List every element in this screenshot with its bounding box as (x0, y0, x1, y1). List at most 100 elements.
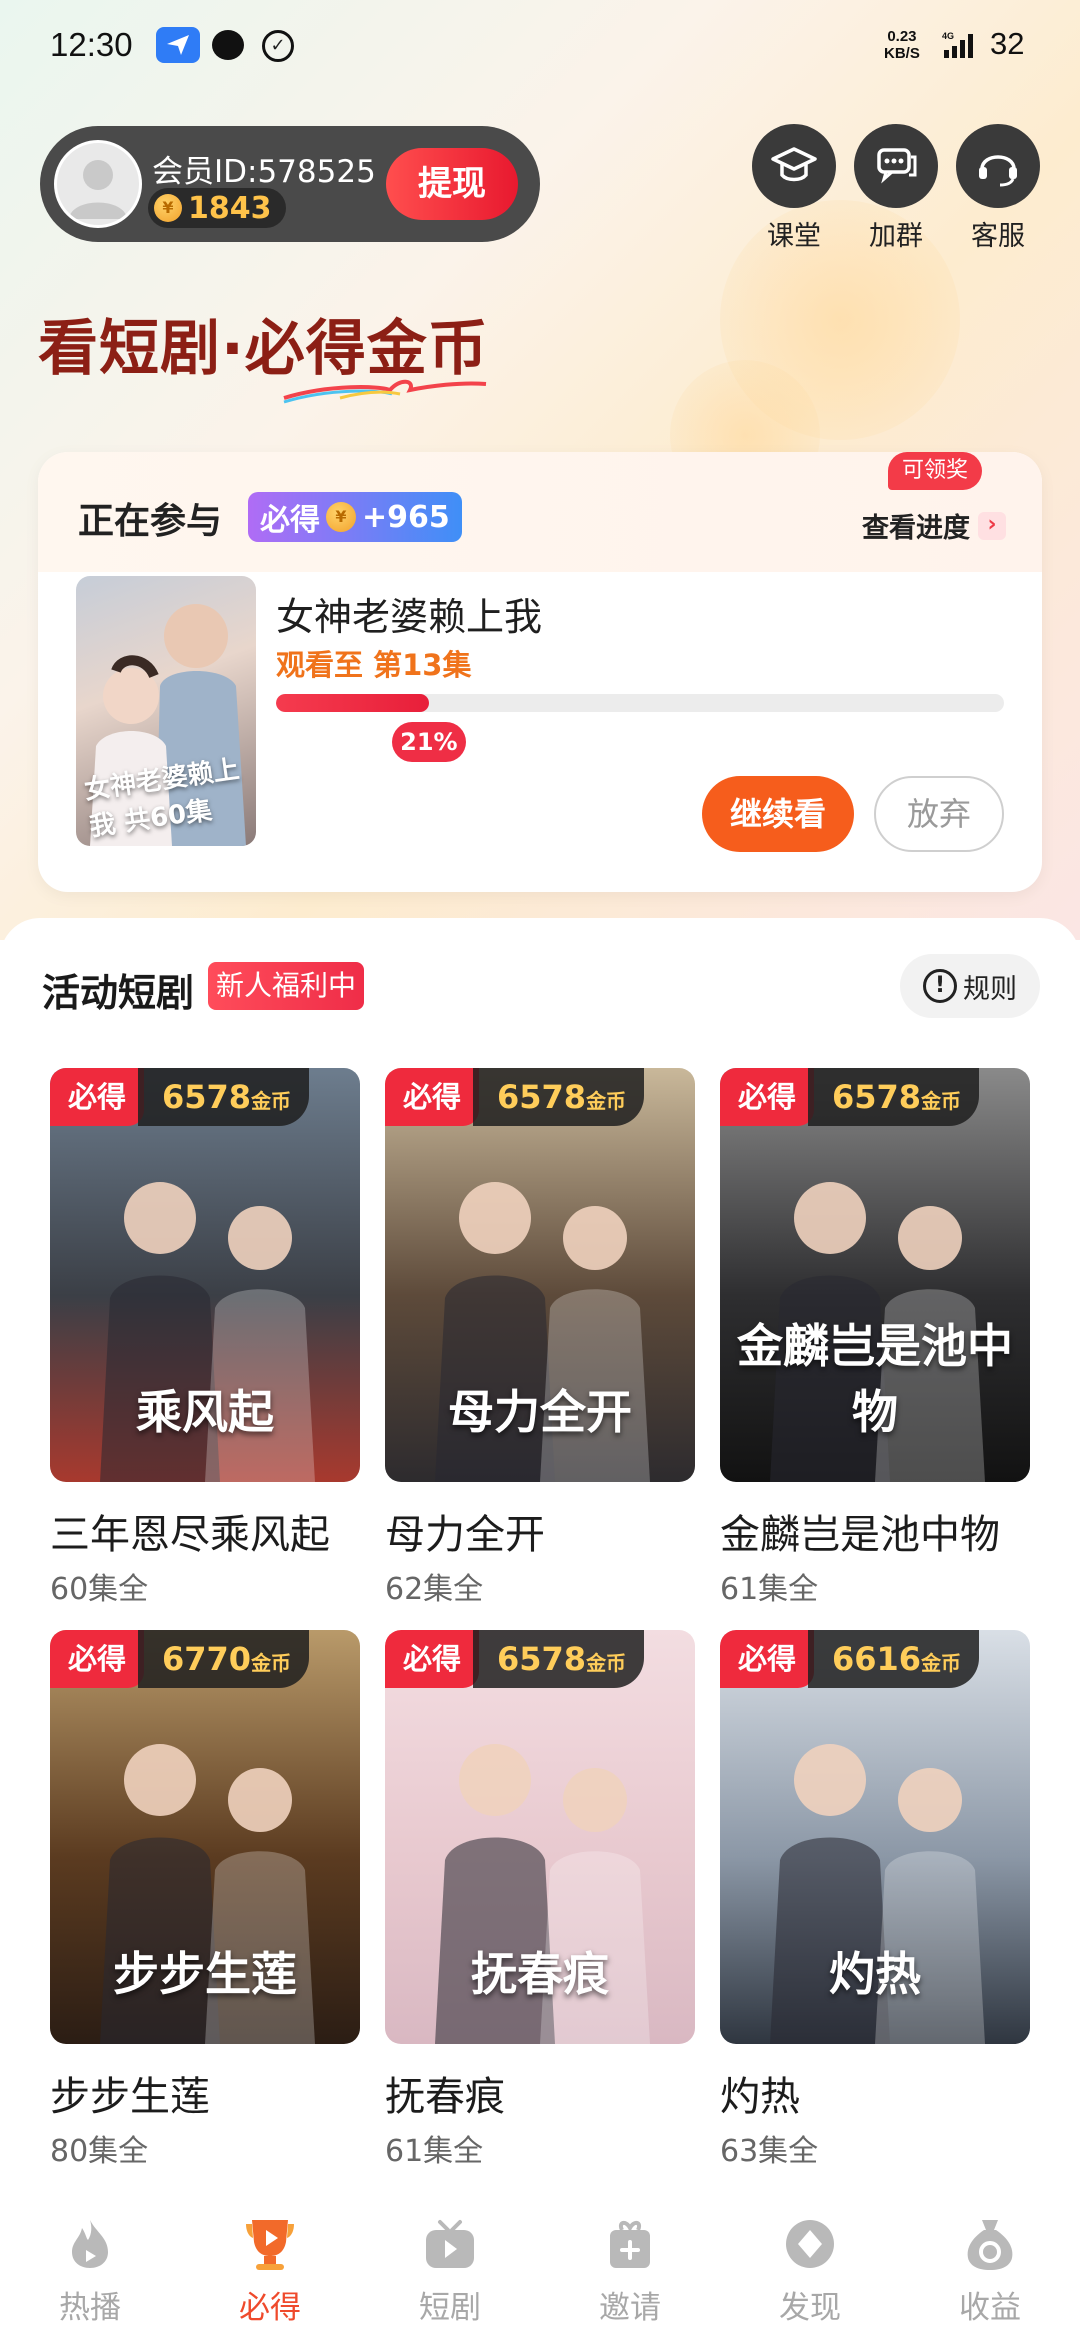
drama-poster[interactable]: 女神老婆赖上我 共60集 (76, 576, 256, 846)
reward-coins-unit: 金币 (921, 1651, 962, 1675)
drama-card-poster-title: 灼热 (829, 1947, 921, 2001)
continue-watching-button[interactable]: 继续看 (702, 776, 854, 852)
drama-card[interactable]: 抚春痕 必得 6578金币 抚春痕 61集全 (385, 1630, 695, 2170)
bottom-navigation: 热播 必得 短剧 邀请 发现 收益 (0, 2188, 1080, 2340)
invite-gift-icon (602, 2216, 658, 2272)
headline-swoosh-decoration (283, 379, 487, 404)
chat-group-icon (854, 124, 938, 208)
avatar[interactable] (54, 140, 142, 228)
tv-play-icon (422, 2216, 478, 2272)
drama-card-poster[interactable]: 抚春痕 必得 6578金币 (385, 1630, 695, 2044)
drama-card-episodes: 80集全 (50, 2134, 149, 2169)
guaranteed-reward-value: +965 (362, 499, 450, 535)
message-notification-icon (212, 30, 244, 60)
nav-label-hot: 热播 (59, 2290, 121, 2326)
drama-card-poster[interactable]: 金麟岂是池中物 必得 6578金币 (720, 1068, 1030, 1482)
drama-card-title[interactable]: 灼热 (720, 2064, 1030, 2122)
newbie-benefit-badge: 新人福利中 (208, 962, 365, 1010)
drama-card-title[interactable]: 母力全开 (385, 1502, 695, 1560)
signal-icon: 4G (942, 30, 976, 60)
guaranteed-label: 必得 (385, 1068, 479, 1126)
rules-button[interactable]: ! 规则 (900, 954, 1040, 1018)
drama-card-title[interactable]: 抚春痕 (385, 2064, 695, 2122)
drama-card[interactable]: 金麟岂是池中物 必得 6578金币 金麟岂是池中物 61集全 (720, 1068, 1030, 1608)
drama-card-title[interactable]: 三年恩尽乘风起 (50, 1502, 360, 1560)
battery-level: 32 (990, 26, 1025, 61)
reward-coins-value: 6578 (832, 1078, 922, 1116)
network-type: 4G (942, 31, 954, 41)
reward-coins-unit: 金币 (586, 1089, 627, 1113)
member-pill[interactable]: 会员ID:578525 ¥ 1843 提现 (40, 126, 540, 242)
drama-card[interactable]: 步步生莲 必得 6770金币步步生莲 80集全 (50, 1630, 360, 2170)
activity-dramas-section: 活动短剧 新人福利中 ! 规则 乘风起 必得 6578金币 三年恩尽乘风起 60集全 母力… (0, 918, 1080, 2188)
nav-item-hot[interactable]: 热播 (30, 2216, 150, 2327)
join-group-button[interactable]: 加群 (854, 124, 938, 253)
nav-label-earnings: 收益 (959, 2290, 1021, 2326)
withdraw-button[interactable]: 提现 (386, 148, 518, 220)
nav-item-discover[interactable]: 发现 (750, 2216, 870, 2327)
reward-coins-unit: 金币 (586, 1651, 627, 1675)
drama-card[interactable]: 乘风起 必得 6578金币三年恩尽乘风起 60集全 (50, 1068, 360, 1608)
check-progress-link[interactable]: 查看进度 › (862, 506, 1006, 545)
flame-icon (62, 2216, 118, 2272)
reward-coins: 6578金币 (808, 1068, 980, 1126)
reward-coins-unit: 金币 (921, 1089, 962, 1113)
graduation-cap-icon (752, 124, 836, 208)
guaranteed-label: 必得 (720, 1630, 814, 1688)
reward-tag: 必得 6616金币 (720, 1630, 1030, 1694)
guaranteed-label: 必得 (720, 1068, 814, 1126)
guaranteed-label: 必得 (385, 1630, 479, 1688)
reward-coins: 6578金币 (473, 1630, 645, 1688)
nav-item-guaranteed[interactable]: 必得 (210, 2216, 330, 2327)
nav-item-earnings[interactable]: 收益 (930, 2216, 1050, 2327)
nav-item-short-drama[interactable]: 短剧 (390, 2216, 510, 2327)
nav-label-discover: 发现 (779, 2290, 841, 2326)
drama-card-title[interactable]: 金麟岂是池中物 (720, 1502, 1030, 1560)
reward-coins-value: 6578 (497, 1640, 587, 1678)
progress-percent: 21% (391, 722, 466, 762)
join-group-label: 加群 (869, 221, 923, 252)
customer-service-button[interactable]: 客服 (956, 124, 1040, 253)
network-speed: 0.23 KB/S (884, 28, 920, 62)
reward-coins-value: 6578 (162, 1078, 252, 1116)
guaranteed-reward-badge: 必得 ¥ +965 (248, 492, 462, 542)
abandon-button[interactable]: 放弃 (874, 776, 1004, 852)
current-drama-title: 女神老婆赖上我 (276, 595, 543, 639)
drama-card-poster[interactable]: 乘风起 必得 6578金币 (50, 1068, 360, 1482)
drama-card-poster[interactable]: 母力全开 必得 6578金币 (385, 1068, 695, 1482)
drama-card[interactable]: 灼热 必得 6616金币 灼热 63集全 (720, 1630, 1030, 2170)
guaranteed-label: 必得 (50, 1068, 144, 1126)
reward-tag: 必得 6578金币 (720, 1068, 1030, 1132)
discover-icon (782, 2216, 838, 2272)
watch-progress-bar (276, 694, 1004, 712)
section-title: 活动短剧 (42, 971, 195, 1015)
guaranteed-reward-label: 必得 (260, 503, 320, 538)
reward-coins-unit: 金币 (251, 1089, 292, 1113)
coin-balance: ¥ 1843 (148, 188, 286, 228)
check-notification-icon: ✓ (262, 30, 294, 62)
reward-coins-value: 6770 (162, 1640, 252, 1678)
drama-card[interactable]: 母力全开 必得 6578金币母力全开 62集全 (385, 1068, 695, 1608)
page-headline: 看短剧·必得金币 (38, 314, 489, 384)
classroom-button[interactable]: 课堂 (752, 124, 836, 253)
drama-card-poster[interactable]: 步步生莲 必得 6770金币 (50, 1630, 360, 2044)
avatar-person-icon (69, 160, 127, 219)
coin-icon: ¥ (326, 502, 356, 532)
nav-label-invite: 邀请 (599, 2290, 661, 2326)
reward-coins-value: 6616 (832, 1640, 922, 1678)
nav-item-invite[interactable]: 邀请 (570, 2216, 690, 2327)
network-speed-value: 0.23 (887, 28, 917, 45)
reward-tag: 必得 6578金币 (385, 1630, 695, 1694)
trophy-play-icon (242, 2216, 298, 2272)
drama-card-poster[interactable]: 灼热 必得 6616金币 (720, 1630, 1030, 2044)
drama-card-title[interactable]: 步步生莲 (50, 2064, 360, 2122)
drama-card-poster-title: 乘风起 (136, 1385, 274, 1439)
coin-balance-value: 1843 (188, 190, 272, 226)
drama-card-episodes: 62集全 (385, 1572, 484, 1607)
participating-card: 正在参与 必得 ¥ +965 可领奖 查看进度 › 女神老婆赖上我 共60集 女… (38, 452, 1042, 892)
reward-coins: 6770金币 (138, 1630, 310, 1688)
chevron-right-icon: › (978, 511, 1006, 540)
drama-card-episodes: 60集全 (50, 1572, 149, 1607)
rules-label: 规则 (963, 973, 1017, 1005)
reward-coins: 6616金币 (808, 1630, 980, 1688)
